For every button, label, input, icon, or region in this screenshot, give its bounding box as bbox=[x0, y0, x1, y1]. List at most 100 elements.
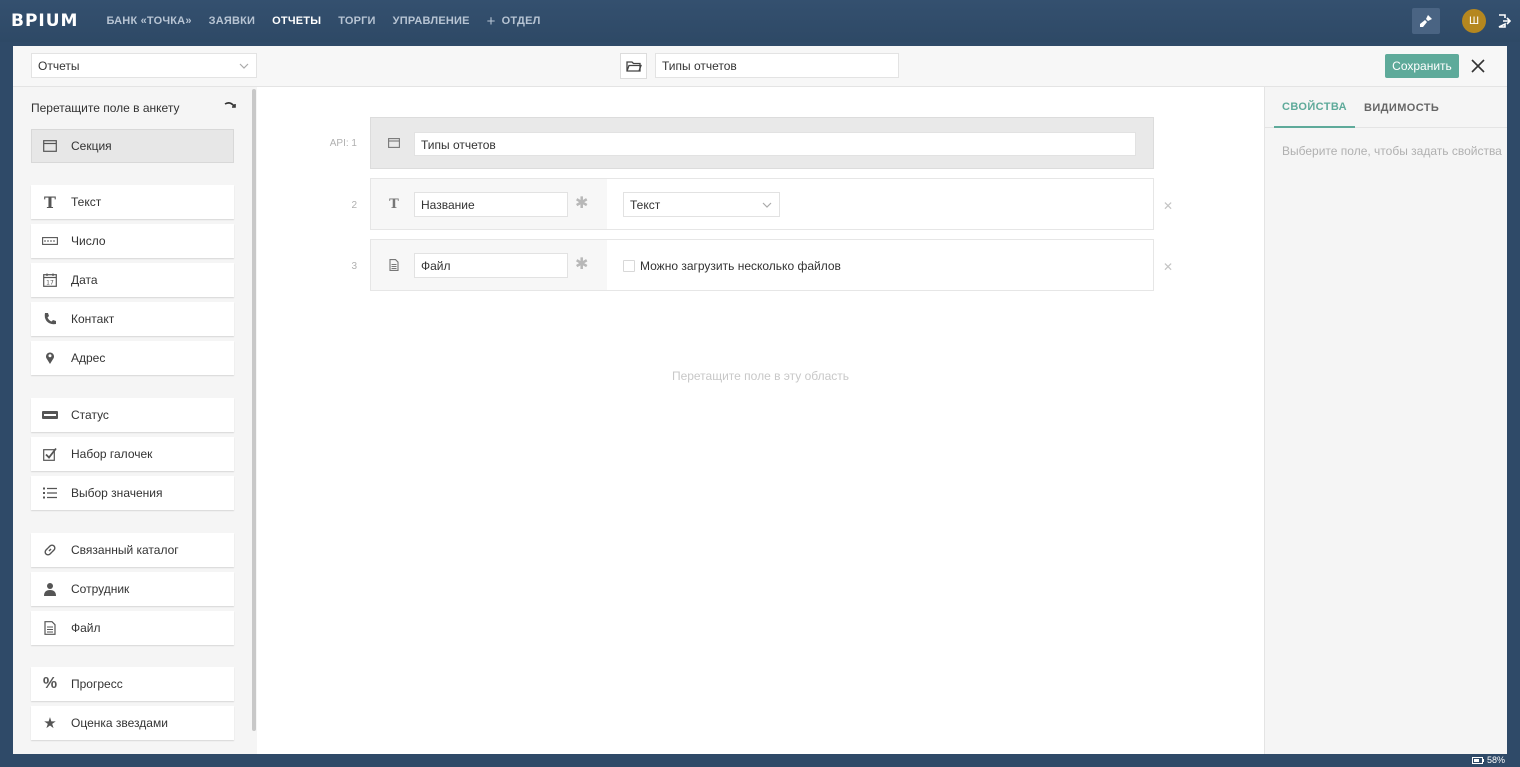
number-icon bbox=[41, 232, 59, 250]
plus-icon: + bbox=[486, 12, 496, 30]
nav-item-requests[interactable]: ЗАЯВКИ bbox=[209, 15, 256, 27]
palette-title: Перетащите поле в анкету bbox=[31, 101, 180, 115]
text-type-select[interactable]: Текст bbox=[623, 192, 780, 217]
battery-percent: 58% bbox=[1487, 755, 1506, 765]
text-icon: T bbox=[44, 192, 56, 212]
palette-item-label: Файл bbox=[71, 621, 101, 635]
close-button[interactable] bbox=[1469, 57, 1487, 75]
folder-icon bbox=[625, 61, 642, 72]
chevron-down-icon bbox=[239, 63, 249, 69]
remove-field-icon[interactable]: ✕ bbox=[1163, 199, 1173, 213]
palette-item-contact[interactable]: Контакт bbox=[31, 302, 234, 336]
palette-item-label: Выбор значения bbox=[71, 486, 163, 500]
text-type-value: Текст bbox=[630, 198, 661, 212]
required-asterisk-icon[interactable]: ✱ bbox=[575, 196, 588, 212]
user-avatar[interactable]: Ш bbox=[1462, 9, 1486, 33]
app-logo[interactable]: BPIUM bbox=[11, 11, 78, 31]
list-icon bbox=[41, 484, 59, 502]
palette-item-label: Адрес bbox=[71, 351, 106, 365]
section-icon bbox=[387, 136, 401, 150]
palette-item-linked-catalog[interactable]: Связанный каталог bbox=[31, 533, 234, 567]
catalog-editor: Отчеты Типы отчетов Сохранить Перетащите… bbox=[13, 46, 1507, 754]
star-icon: ★ bbox=[43, 715, 57, 732]
palette-item-address[interactable]: Адрес bbox=[31, 341, 234, 375]
palette-item-status[interactable]: Статус bbox=[31, 398, 234, 432]
palette-item-select[interactable]: Выбор значения bbox=[31, 476, 234, 510]
user-icon bbox=[41, 580, 59, 598]
catalog-title-input[interactable]: Типы отчетов bbox=[655, 53, 899, 78]
tab-visibility[interactable]: ВИДИМОСТЬ bbox=[1355, 87, 1448, 128]
status-icon bbox=[41, 406, 59, 424]
add-section-label: ОТДЕЛ bbox=[501, 15, 541, 27]
field-palette: Перетащите поле в анкету Секция T Текст … bbox=[13, 87, 257, 754]
palette-item-employee[interactable]: Сотрудник bbox=[31, 572, 234, 606]
field-number: 2 bbox=[351, 200, 357, 211]
properties-tabs: СВОЙСТВА ВИДИМОСТЬ bbox=[1265, 87, 1507, 128]
battery-icon bbox=[1472, 756, 1484, 764]
editor-header: Отчеты Типы отчетов Сохранить bbox=[13, 46, 1507, 87]
palette-item-label: Прогресс bbox=[71, 677, 123, 691]
tools-button[interactable] bbox=[1412, 8, 1440, 34]
nav-item-management[interactable]: УПРАВЛЕНИЕ bbox=[393, 15, 470, 27]
logout-button[interactable] bbox=[1494, 11, 1514, 31]
field-row-file[interactable]: Файл ✱ Можно загрузить несколько файлов bbox=[370, 239, 1154, 291]
add-section-button[interactable]: + ОТДЕЛ bbox=[486, 12, 541, 30]
multiple-files-option[interactable]: Можно загрузить несколько файлов bbox=[623, 259, 841, 273]
drop-zone-hint: Перетащите поле в эту область bbox=[671, 369, 850, 383]
chevron-down-icon bbox=[762, 202, 772, 208]
palette-item-label: Секция bbox=[71, 139, 112, 153]
field-row-text[interactable]: T Название ✱ Текст bbox=[370, 178, 1154, 230]
palette-item-checkboxes[interactable]: Набор галочек bbox=[31, 437, 234, 471]
battery-status: 58% bbox=[1472, 755, 1505, 765]
palette-item-section[interactable]: Секция bbox=[31, 129, 234, 163]
palette-item-file[interactable]: Файл bbox=[31, 611, 234, 645]
field-row-section[interactable]: Типы отчетов bbox=[370, 117, 1154, 169]
form-canvas: API: 1 Типы отчетов 2 T Название ✱ Текст… bbox=[257, 87, 1264, 754]
palette-scrollbar[interactable] bbox=[252, 89, 256, 731]
text-icon: T bbox=[389, 196, 399, 212]
tab-properties[interactable]: СВОЙСТВА bbox=[1274, 87, 1356, 128]
field-name-input[interactable]: Файл bbox=[414, 253, 568, 278]
field-number: API: 1 bbox=[329, 138, 357, 149]
remove-field-icon[interactable]: ✕ bbox=[1163, 260, 1173, 274]
palette-item-number[interactable]: Число bbox=[31, 224, 234, 258]
catalog-select-value: Отчеты bbox=[38, 59, 80, 73]
close-icon bbox=[1471, 59, 1485, 73]
palette-item-date[interactable]: 17 Дата bbox=[31, 263, 234, 297]
palette-item-label: Дата bbox=[71, 273, 98, 287]
field-name-input[interactable]: Название bbox=[414, 192, 568, 217]
multiple-files-label: Можно загрузить несколько файлов bbox=[640, 259, 841, 273]
phone-icon bbox=[41, 310, 59, 328]
calendar-icon: 17 bbox=[41, 271, 59, 289]
properties-hint: Выберите поле, чтобы задать свойства bbox=[1282, 144, 1502, 158]
palette-item-text[interactable]: T Текст bbox=[31, 185, 234, 219]
percent-icon: % bbox=[42, 675, 58, 692]
palette-item-label: Текст bbox=[71, 195, 102, 209]
save-button[interactable]: Сохранить bbox=[1385, 54, 1459, 78]
folder-button[interactable] bbox=[620, 53, 647, 79]
map-pin-icon bbox=[41, 349, 59, 367]
field-number: 3 bbox=[351, 261, 357, 272]
nav-item-reports[interactable]: ОТЧЕТЫ bbox=[272, 15, 321, 27]
link-icon bbox=[41, 541, 59, 559]
palette-item-rating[interactable]: ★ Оценка звездами bbox=[31, 706, 234, 740]
required-asterisk-icon[interactable]: ✱ bbox=[575, 257, 588, 273]
section-name-input[interactable]: Типы отчетов bbox=[414, 132, 1136, 156]
top-navigation: BPIUM БАНК «ТОЧКА» ЗАЯВКИ ОТЧЕТЫ ТОРГИ У… bbox=[0, 0, 1520, 42]
properties-panel: СВОЙСТВА ВИДИМОСТЬ Выберите поле, чтобы … bbox=[1264, 87, 1507, 754]
palette-item-label: Сотрудник bbox=[71, 582, 130, 596]
palette-item-label: Набор галочек bbox=[71, 447, 153, 461]
broom-icon bbox=[1420, 15, 1432, 27]
palette-item-label: Связанный каталог bbox=[71, 543, 179, 557]
logout-icon bbox=[1498, 14, 1511, 28]
nav-item-bank[interactable]: БАНК «ТОЧКА» bbox=[106, 15, 191, 27]
catalog-select[interactable]: Отчеты bbox=[31, 53, 257, 78]
palette-item-progress[interactable]: % Прогресс bbox=[31, 667, 234, 701]
checkbox-icon bbox=[41, 445, 59, 463]
palette-item-label: Оценка звездами bbox=[71, 716, 168, 730]
nav-item-tenders[interactable]: ТОРГИ bbox=[338, 15, 375, 27]
collapse-arrow-icon[interactable] bbox=[223, 99, 237, 113]
palette-item-label: Контакт bbox=[71, 312, 115, 326]
file-icon bbox=[387, 258, 401, 272]
multiple-files-checkbox[interactable] bbox=[623, 260, 635, 272]
